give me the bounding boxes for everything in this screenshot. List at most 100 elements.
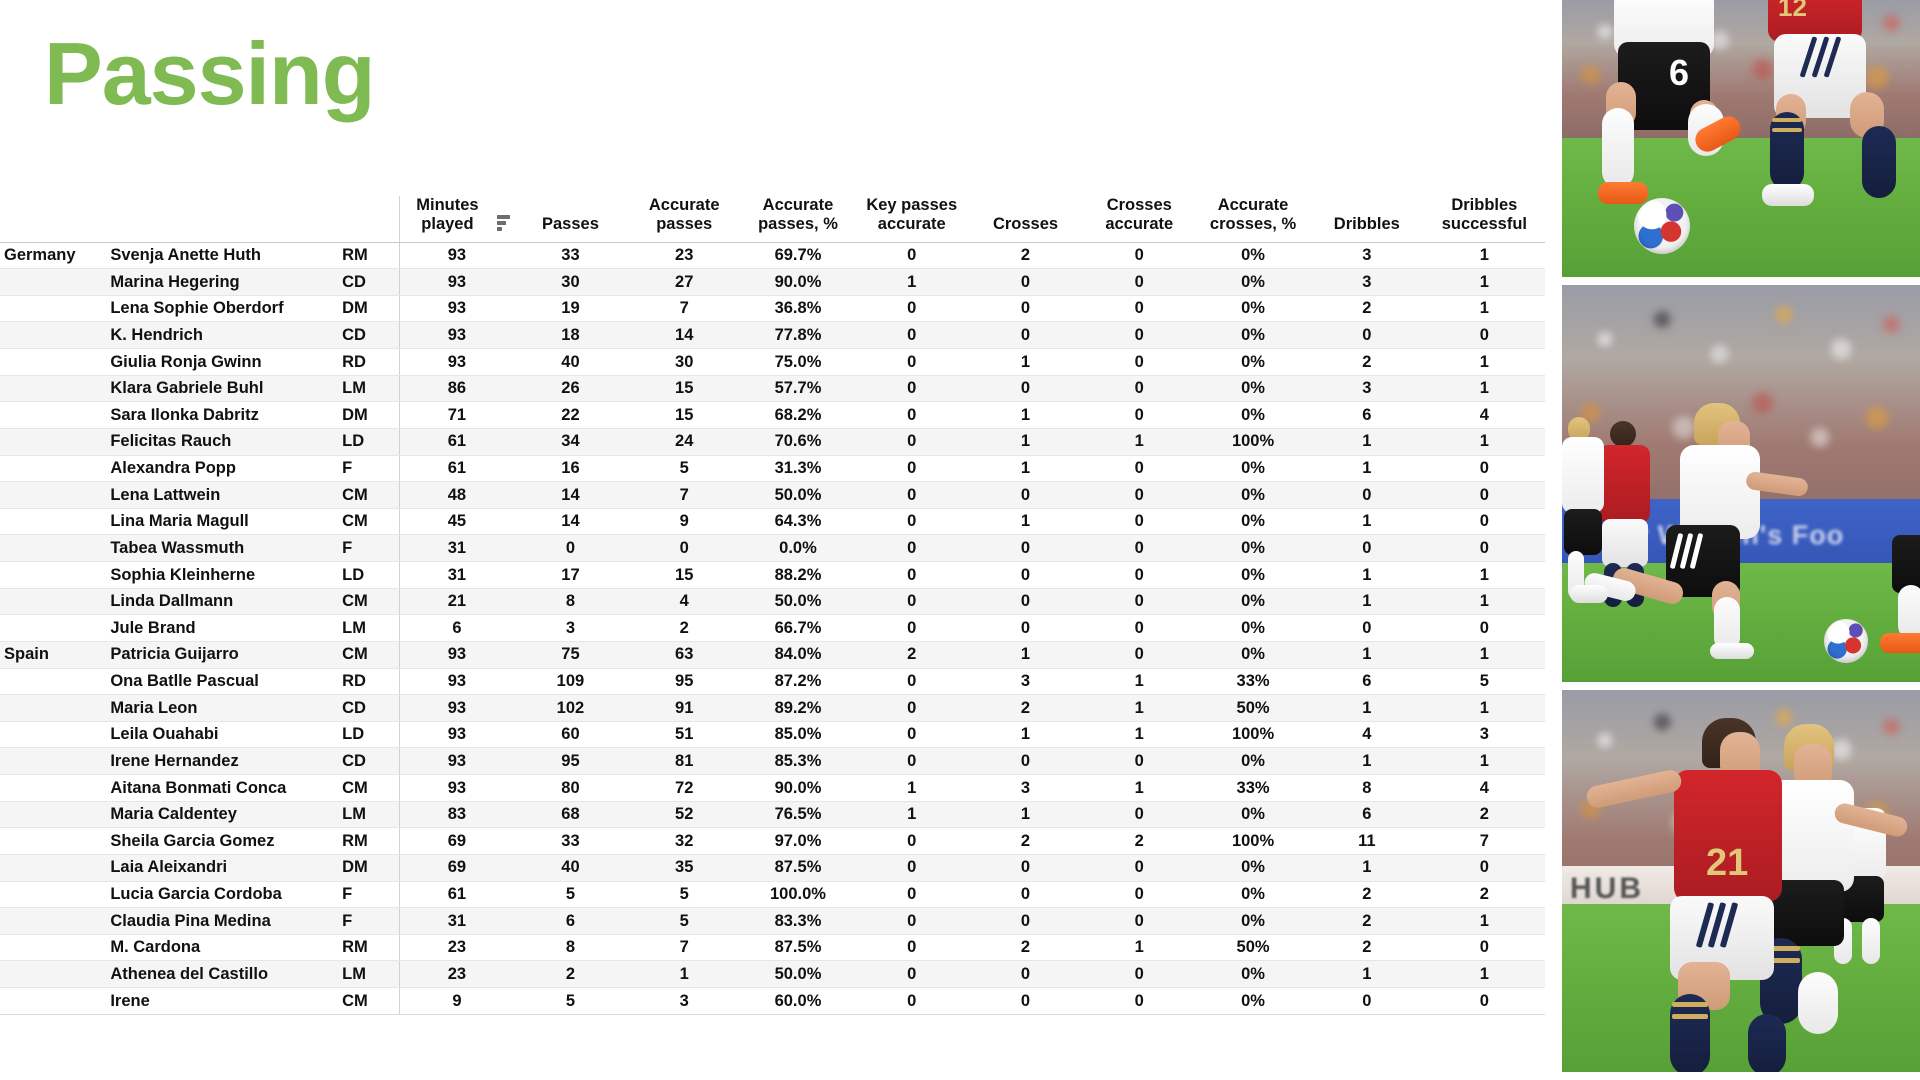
cell-dribbles-successful: 7 xyxy=(1423,827,1545,855)
column-header-dribbles[interactable]: Dribbles xyxy=(1309,196,1424,243)
column-header-accurate-passes-pct[interactable]: Accurate passes, % xyxy=(741,196,855,243)
cell-dribbles: 6 xyxy=(1309,801,1424,829)
cell-dribbles: 0 xyxy=(1309,481,1424,509)
table-row[interactable]: Irene CM 9 5 3 60.0% 0 0 0 0% 0 0 xyxy=(0,987,1545,1015)
cell-player-name[interactable]: Claudia Pina Medina xyxy=(106,907,339,935)
cell-player-name[interactable]: Jule Brand xyxy=(106,614,339,642)
table-row[interactable]: Athenea del Castillo LM 23 2 1 50.0% 0 0 0 0% 1 1 xyxy=(0,960,1545,989)
cell-crosses-accurate: 0 xyxy=(1082,561,1197,589)
cell-accurate-crosses-pct: 50% xyxy=(1196,694,1310,722)
table-row[interactable]: Maria Caldentey LM 83 68 52 76.5% 1 1 0 0% 6 2 xyxy=(0,801,1545,829)
table-row[interactable]: Sheila Garcia Gomez RM 69 33 32 97.0% 0 2 2 100% 1… xyxy=(0,827,1545,855)
table-row[interactable]: Sara Ilonka Dabritz DM 71 22 15 68.2% 0 1 0 0% 6 4 xyxy=(0,401,1545,429)
cell-player-name[interactable]: Maria Leon xyxy=(106,694,339,722)
cell-player-name[interactable]: M. Cardona xyxy=(106,934,339,962)
cell-player-name[interactable]: Aitana Bonmati Conca xyxy=(106,774,339,802)
table-row[interactable]: K. Hendrich CD 93 18 14 77.8% 0 0 0 0% 0 0 xyxy=(0,321,1545,350)
column-header-passes[interactable]: Passes xyxy=(513,196,628,243)
cell-position: CM xyxy=(338,481,400,509)
column-header-accurate-passes[interactable]: Accurate passes xyxy=(627,196,742,243)
table-row[interactable]: Irene Hernandez CD 93 95 81 85.3% 0 0 0 0% 1 1 xyxy=(0,747,1545,776)
table-row[interactable]: M. Cardona RM 23 8 7 87.5% 0 2 1 50% 2 0 xyxy=(0,934,1545,962)
cell-position: LM xyxy=(338,960,400,989)
column-header-dribbles-successful[interactable]: Dribbles successful xyxy=(1423,196,1545,243)
cell-player-name[interactable]: Klara Gabriele Buhl xyxy=(106,375,339,403)
cell-player-name[interactable]: Patricia Guijarro xyxy=(106,640,339,669)
table-row[interactable]: Lucia Garcia Cordoba F 61 5 5 100.0% 0 0 0 0% 2 2 xyxy=(0,881,1545,909)
cell-dribbles: 4 xyxy=(1309,721,1424,749)
cell-player-name[interactable]: Giulia Ronja Gwinn xyxy=(106,348,339,376)
table-row[interactable]: Giulia Ronja Gwinn RD 93 40 30 75.0% 0 1 0 0% 2 1 xyxy=(0,348,1545,376)
cell-player-name[interactable]: Sara Ilonka Dabritz xyxy=(106,401,339,429)
cell-player-name[interactable]: Sophia Kleinherne xyxy=(106,561,339,589)
cell-dribbles: 1 xyxy=(1309,455,1424,483)
table-row[interactable]: Laia Aleixandri DM 69 40 35 87.5% 0 0 0 0% 1 0 xyxy=(0,854,1545,882)
cell-key-passes-accurate: 0 xyxy=(854,348,969,376)
cell-minutes: 61 xyxy=(399,881,514,909)
match-photo-spain-germany-duel: HUB 21 xyxy=(1562,689,1920,1073)
table-row[interactable]: Claudia Pina Medina F 31 6 5 83.3% 0 0 0 0% 2 1 xyxy=(0,907,1545,935)
cell-passes: 80 xyxy=(513,774,628,802)
table-row[interactable]: Germany Svenja Anette Huth RM 93 33 23 69.7% 0 2… xyxy=(0,241,1545,270)
table-row[interactable]: Jule Brand LM 6 3 2 66.7% 0 0 0 0% 0 0 xyxy=(0,614,1545,642)
sort-descending-icon[interactable] xyxy=(496,215,510,231)
table-row[interactable]: Lina Maria Magull CM 45 14 9 64.3% 0 1 0 0% 1 0 xyxy=(0,508,1545,536)
table-row[interactable]: Leila Ouahabi LD 93 60 51 85.0% 0 1 1 100% 4 3 xyxy=(0,721,1545,749)
cell-accurate-passes: 5 xyxy=(627,907,742,935)
table-row[interactable]: Klara Gabriele Buhl LM 86 26 15 57.7% 0 0 0 0% 3 1 xyxy=(0,375,1545,403)
cell-player-name[interactable]: Linda Dallmann xyxy=(106,588,339,616)
cell-player-name[interactable]: Maria Caldentey xyxy=(106,801,339,829)
column-header-key-passes-accurate[interactable]: Key passes accurate xyxy=(854,196,969,243)
match-photo-germany-player: r Women's Foo xyxy=(1562,284,1920,682)
cell-player-name[interactable]: Svenja Anette Huth xyxy=(106,241,339,270)
cell-key-passes-accurate: 0 xyxy=(854,241,969,270)
cell-minutes: 48 xyxy=(399,481,514,509)
cell-player-name[interactable]: Laia Aleixandri xyxy=(106,854,339,882)
column-header-minutes-played[interactable]: Minutes played xyxy=(399,196,514,243)
table-row[interactable]: Linda Dallmann CM 21 8 4 50.0% 0 0 0 0% 1 1 xyxy=(0,588,1545,616)
cell-crosses-accurate: 2 xyxy=(1082,827,1197,855)
cell-player-name[interactable]: Athenea del Castillo xyxy=(106,960,339,989)
cell-player-name[interactable]: Sheila Garcia Gomez xyxy=(106,827,339,855)
cell-player-name[interactable]: Felicitas Rauch xyxy=(106,428,339,456)
cell-player-name[interactable]: Alexandra Popp xyxy=(106,455,339,483)
cell-player-name[interactable]: Tabea Wassmuth xyxy=(106,534,339,563)
cell-player-name[interactable]: Ona Batlle Pascual xyxy=(106,668,339,696)
column-header-crosses[interactable]: Crosses xyxy=(968,196,1083,243)
cell-player-name[interactable]: Lina Maria Magull xyxy=(106,508,339,536)
cell-accurate-crosses-pct: 0% xyxy=(1196,640,1310,669)
cell-player-name[interactable]: Irene xyxy=(106,987,339,1015)
table-row[interactable]: Ona Batlle Pascual RD 93 109 95 87.2% 0 3 1 33% 6 5 xyxy=(0,668,1545,696)
cell-passes: 17 xyxy=(513,561,628,589)
cell-minutes: 93 xyxy=(399,774,514,802)
cell-accurate-passes: 14 xyxy=(627,321,742,350)
table-row[interactable]: Marina Hegering CD 93 30 27 90.0% 1 0 0 0% 3 1 xyxy=(0,268,1545,296)
table-row[interactable]: Lena Lattwein CM 48 14 7 50.0% 0 0 0 0% 0 0 xyxy=(0,481,1545,509)
table-row[interactable]: Maria Leon CD 93 102 91 89.2% 0 2 1 50% 1 1 xyxy=(0,694,1545,722)
table-row[interactable]: Aitana Bonmati Conca CM 93 80 72 90.0% 1 3 1 33% 8… xyxy=(0,774,1545,802)
cell-key-passes-accurate: 0 xyxy=(854,934,969,962)
table-row[interactable]: Tabea Wassmuth F 31 0 0 0.0% 0 0 0 0% 0 0 xyxy=(0,534,1545,563)
cell-player-name[interactable]: Marina Hegering xyxy=(106,268,339,296)
cell-player-name[interactable]: Lucia Garcia Cordoba xyxy=(106,881,339,909)
cell-passes: 2 xyxy=(513,960,628,989)
cell-player-name[interactable]: K. Hendrich xyxy=(106,321,339,350)
cell-team xyxy=(0,827,107,855)
cell-player-name[interactable]: Irene Hernandez xyxy=(106,747,339,776)
cell-player-name[interactable]: Lena Sophie Oberdorf xyxy=(106,295,339,323)
column-header-crosses-accurate[interactable]: Crosses accurate xyxy=(1082,196,1197,243)
table-row[interactable]: Spain Patricia Guijarro CM 93 75 63 84.0% 2 1 0 0%… xyxy=(0,640,1545,669)
cell-player-name[interactable]: Lena Lattwein xyxy=(106,481,339,509)
cell-minutes: 93 xyxy=(399,640,514,669)
table-row[interactable]: Lena Sophie Oberdorf DM 93 19 7 36.8% 0 0 0 0% 2 1 xyxy=(0,295,1545,323)
cell-minutes: 31 xyxy=(399,907,514,935)
cell-dribbles-successful: 0 xyxy=(1423,614,1545,642)
table-row[interactable]: Alexandra Popp F 61 16 5 31.3% 0 1 0 0% 1 0 xyxy=(0,455,1545,483)
table-row[interactable]: Felicitas Rauch LD 61 34 24 70.6% 0 1 1 100% 1 1 xyxy=(0,428,1545,456)
cell-player-name[interactable]: Leila Ouahabi xyxy=(106,721,339,749)
table-row[interactable]: Sophia Kleinherne LD 31 17 15 88.2% 0 0 0 0% 1 1 xyxy=(0,561,1545,589)
cell-accurate-passes-pct: 36.8% xyxy=(741,295,855,323)
cell-accurate-crosses-pct: 0% xyxy=(1196,455,1310,483)
column-header-accurate-crosses-pct[interactable]: Accurate crosses, % xyxy=(1196,196,1310,243)
cell-key-passes-accurate: 0 xyxy=(854,375,969,403)
